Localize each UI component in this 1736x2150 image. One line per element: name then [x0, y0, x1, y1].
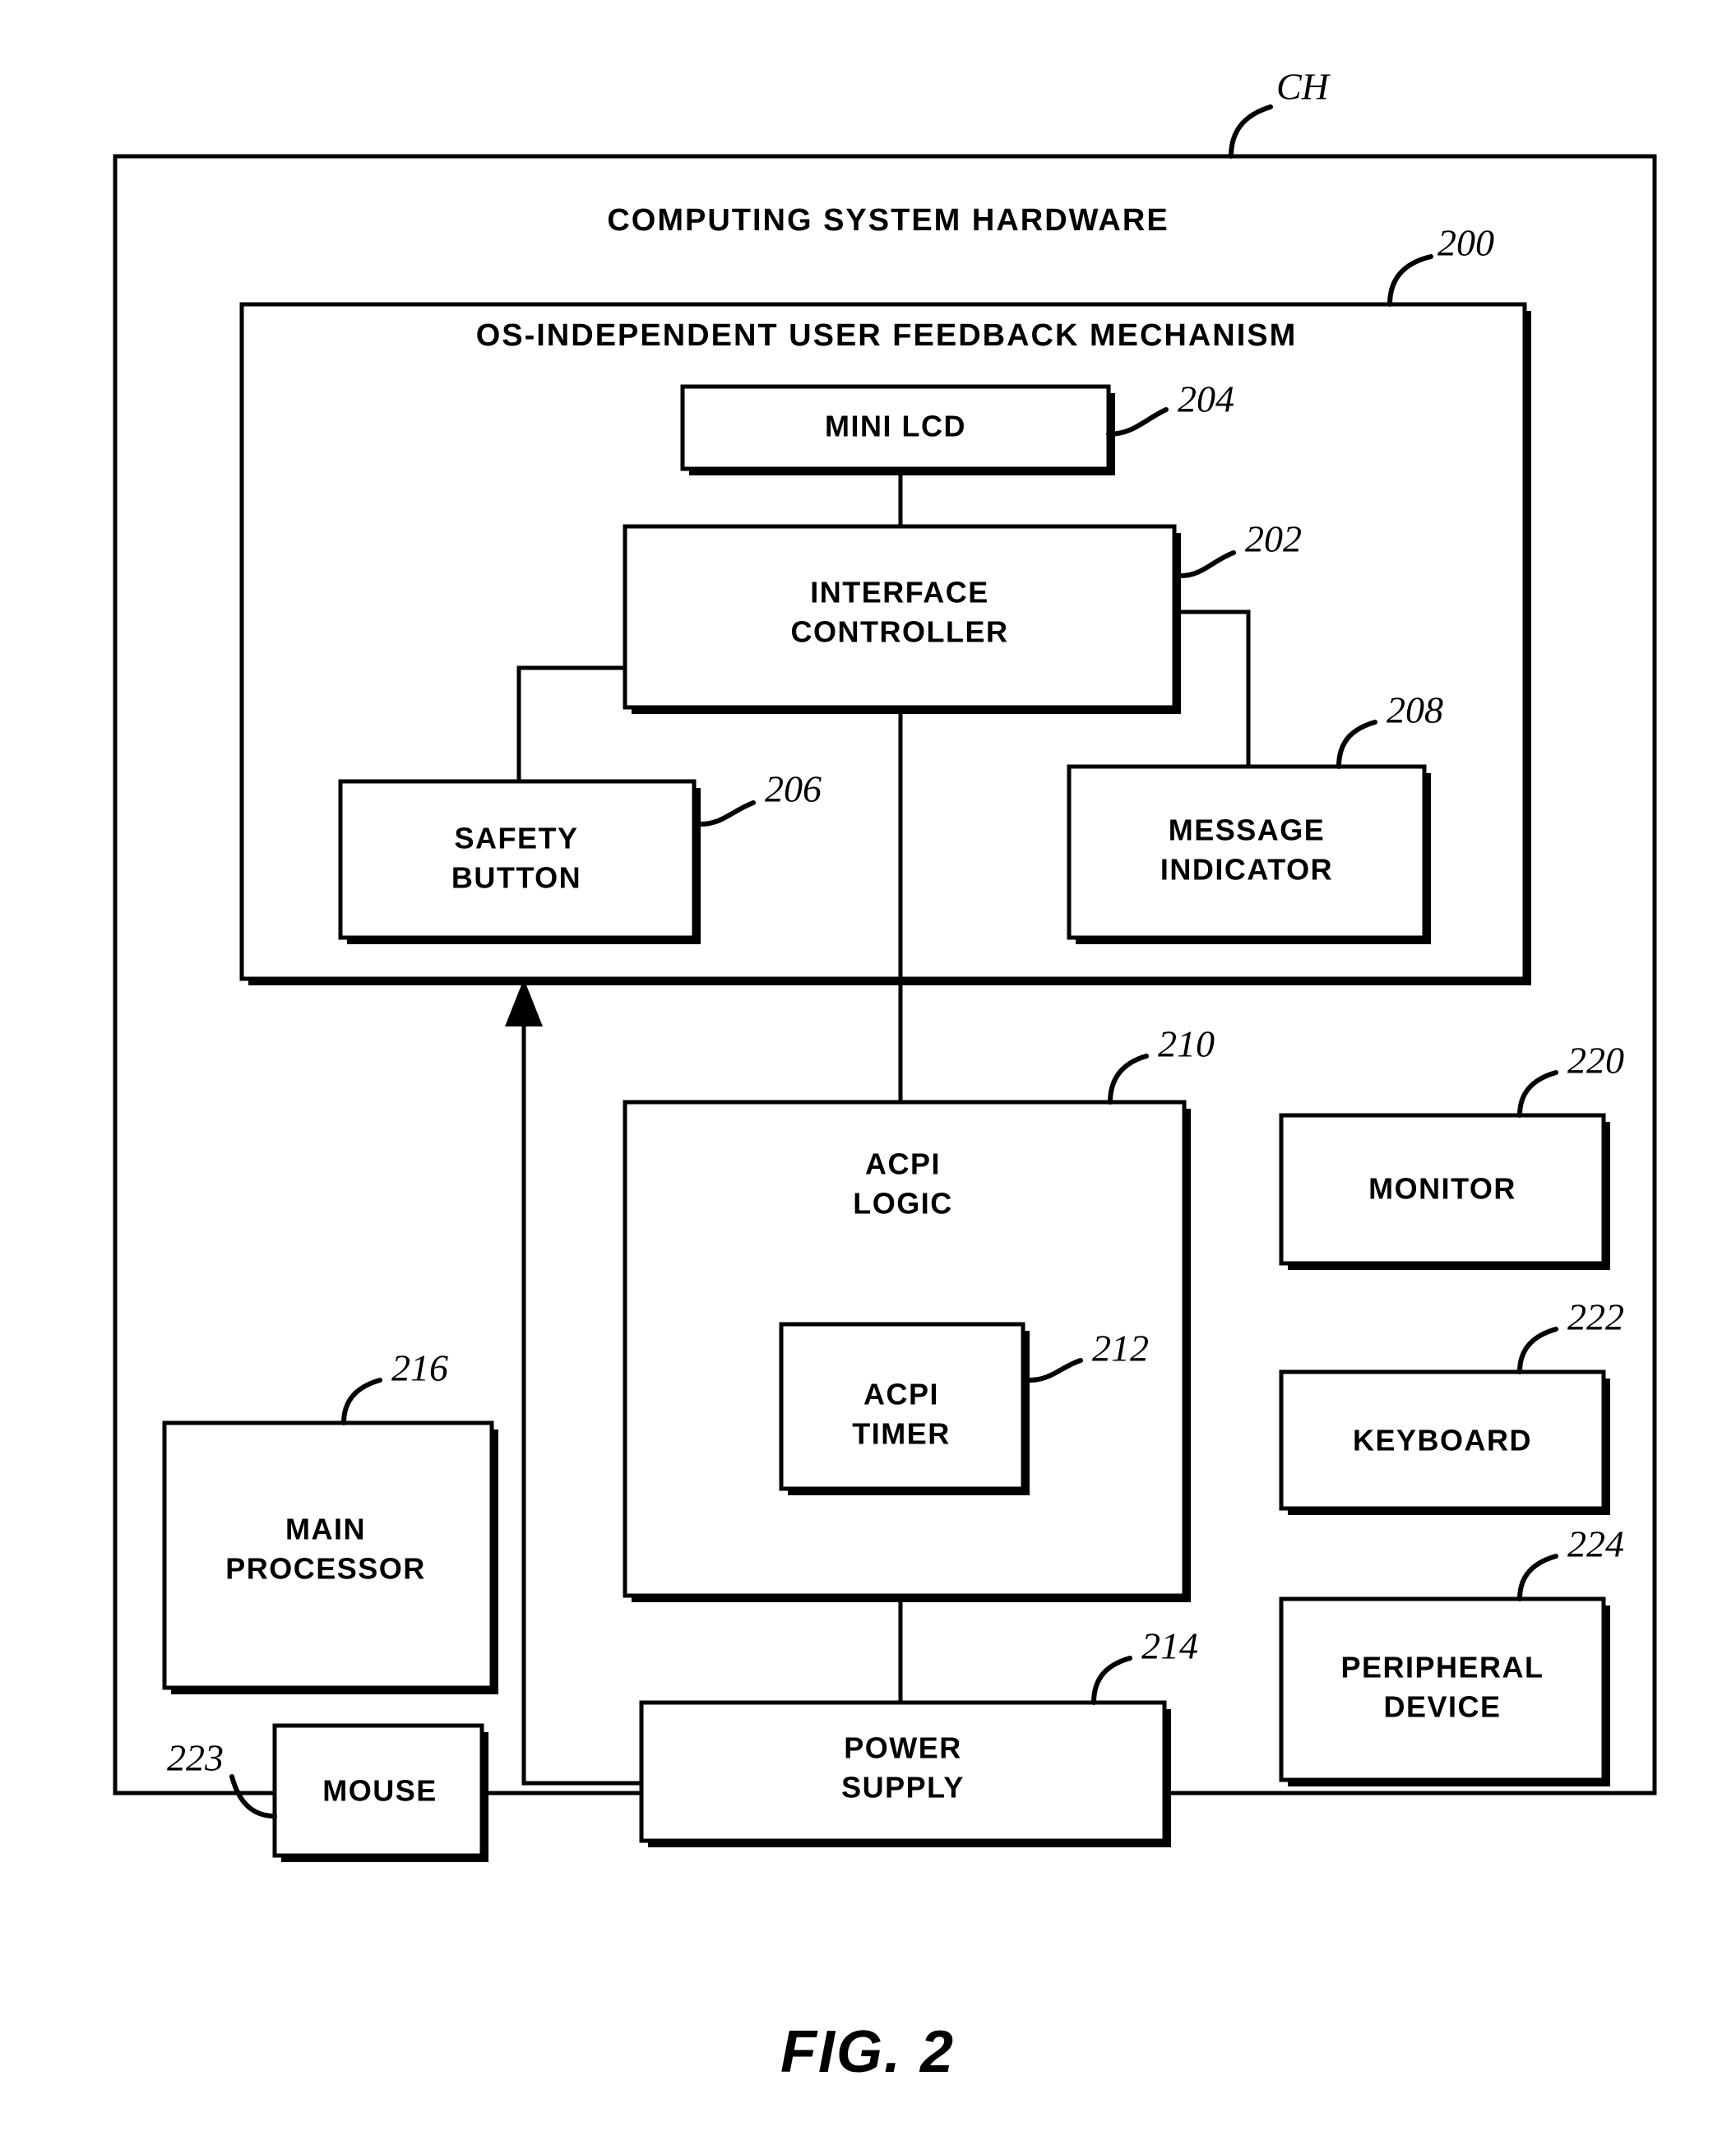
block-mini-lcd[interactable]: MINI LCD — [680, 384, 1115, 475]
main-processor-reference-label: 216 — [391, 1347, 448, 1389]
acpi-timer-reference-label: 212 — [1092, 1328, 1149, 1369]
safety-button-label-line1: SAFETY — [454, 822, 578, 855]
peripheral-device-label-line1: PERIPHERAL — [1340, 1651, 1544, 1684]
monitor-reference-label: 220 — [1567, 1040, 1624, 1082]
monitor-label: MONITOR — [1368, 1172, 1516, 1206]
block-acpi-timer[interactable]: ACPI TIMER — [779, 1322, 1030, 1495]
message-indicator-label-line2: INDICATOR — [1160, 853, 1333, 887]
mechanism-title: OS-INDEPENDENT USER FEEDBACK MECHANISM — [476, 318, 1298, 353]
block-monitor[interactable]: MONITOR — [1279, 1113, 1610, 1270]
safety-button-label-line2: BUTTON — [451, 861, 581, 895]
interface-controller-label-line2: CONTROLLER — [791, 615, 1009, 649]
keyboard-reference-label: 222 — [1567, 1296, 1624, 1338]
acpi-logic-label-line1: ACPI — [865, 1147, 941, 1181]
acpi-timer-label-line1: ACPI — [863, 1378, 939, 1411]
message-indicator-label-line1: MESSAGE — [1169, 813, 1326, 847]
peripheral-device-label-line2: DEVICE — [1383, 1690, 1501, 1724]
patent-figure: CH COMPUTING SYSTEM HARDWARE 200 OS-INDE… — [0, 0, 1736, 2150]
main-processor-label-line1: MAIN — [285, 1513, 366, 1546]
mini-lcd-reference-label: 204 — [1178, 378, 1234, 420]
figure-caption: FIG. 2 — [780, 2019, 955, 2085]
mechanism-reference-label: 200 — [1437, 222, 1494, 264]
block-keyboard[interactable]: KEYBOARD — [1279, 1369, 1610, 1515]
acpi-logic-reference-label: 210 — [1158, 1023, 1215, 1065]
acpi-logic-label-line2: LOGIC — [853, 1187, 953, 1221]
interface-controller-reference-label: 202 — [1245, 518, 1302, 560]
block-power-supply[interactable]: POWER SUPPLY — [639, 1700, 1171, 1847]
main-processor-label-line2: PROCESSOR — [225, 1552, 426, 1586]
safety-button-reference-label: 206 — [765, 768, 822, 810]
outer-title: COMPUTING SYSTEM HARDWARE — [607, 203, 1169, 238]
peripheral-device-reference-label: 224 — [1567, 1523, 1624, 1565]
figure-2-diagram: CH COMPUTING SYSTEM HARDWARE 200 OS-INDE… — [113, 66, 1657, 2085]
message-indicator-reference-label: 208 — [1386, 689, 1443, 731]
mini-lcd-label: MINI LCD — [825, 410, 966, 443]
keyboard-label: KEYBOARD — [1353, 1424, 1532, 1457]
block-interface-controller[interactable]: INTERFACE CONTROLLER — [623, 524, 1181, 714]
block-safety-button[interactable]: SAFETY BUTTON — [338, 779, 701, 944]
ch-reference-label: CH — [1276, 66, 1331, 108]
mouse-reference-label: 223 — [167, 1737, 224, 1779]
power-supply-label-line1: POWER — [844, 1731, 962, 1765]
block-peripheral-device[interactable]: PERIPHERAL DEVICE — [1279, 1596, 1610, 1786]
acpi-timer-label-line2: TIMER — [852, 1417, 951, 1451]
interface-controller-label-line1: INTERFACE — [810, 576, 989, 609]
ch-leader-line — [1229, 104, 1273, 159]
mouse-label: MOUSE — [322, 1774, 437, 1808]
block-mouse[interactable]: MOUSE — [272, 1723, 488, 1862]
power-supply-label-line2: SUPPLY — [841, 1771, 965, 1805]
power-supply-reference-label: 214 — [1141, 1625, 1198, 1667]
block-message-indicator[interactable]: MESSAGE INDICATOR — [1067, 764, 1431, 944]
block-main-processor[interactable]: MAIN PROCESSOR — [162, 1420, 498, 1694]
